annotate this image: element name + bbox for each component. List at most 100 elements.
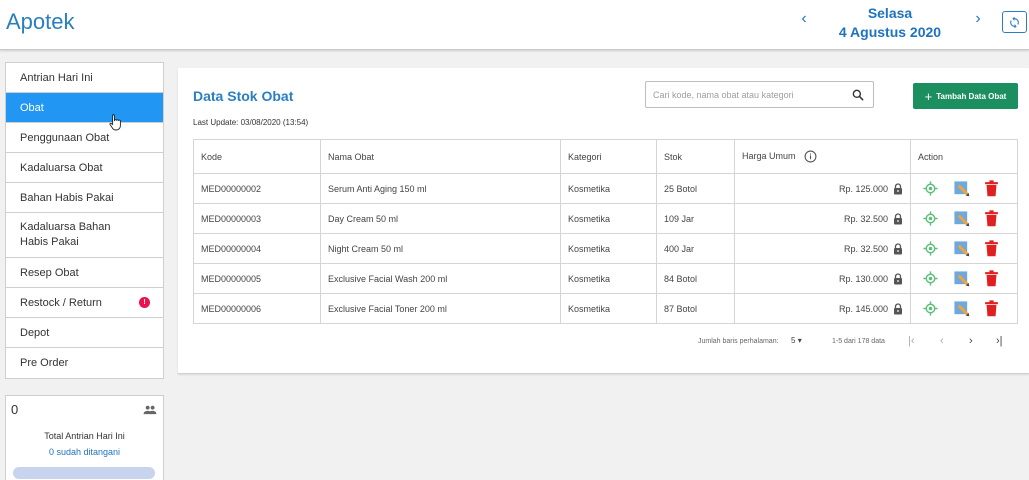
sidebar-item-obat[interactable]: Obat <box>6 93 163 131</box>
delete-icon[interactable] <box>984 180 999 197</box>
cell-stok: 109 Jar <box>656 203 735 234</box>
sidebar-item-label: Kadaluarsa Bahan Habis Pakai <box>20 221 111 248</box>
lock-icon <box>894 272 902 284</box>
table-row[interactable]: MED00000004 Night Cream 50 ml Kosmetika 400… <box>193 233 1018 264</box>
sidebar-item-bahan-habis-pakai[interactable]: Bahan Habis Pakai <box>6 183 163 213</box>
cell-harga: Rp. 32.500 <box>734 233 911 264</box>
column-header-nama-obat[interactable]: Nama Obat <box>320 139 561 174</box>
sidebar-item-kadaluarsa-bahan[interactable]: Kadaluarsa Bahan Habis Pakai <box>6 213 163 258</box>
price-value: Rp. 125.000 <box>838 183 888 194</box>
edit-icon[interactable] <box>953 180 970 197</box>
lock-icon <box>894 302 902 314</box>
view-icon[interactable] <box>922 240 939 257</box>
last-update-text: Last Update: 03/08/2020 (13:54) <box>193 118 309 127</box>
date-full: 4 Agustus 2020 <box>838 24 942 40</box>
sidebar-item-label: Bahan Habis Pakai <box>20 191 114 204</box>
delete-icon[interactable] <box>984 210 999 227</box>
caret-down-icon: ▾ <box>797 336 802 345</box>
price-value: Rp. 145.000 <box>838 303 888 314</box>
view-icon[interactable] <box>922 270 939 287</box>
view-icon[interactable] <box>922 180 939 197</box>
queue-count: 0 <box>11 402 19 417</box>
queue-label: Total Antrian Hari Ini <box>44 431 125 441</box>
next-date-button[interactable]: › <box>971 10 985 28</box>
first-page-button[interactable]: |‹ <box>908 335 915 347</box>
cell-stok: 84 Botol <box>656 263 735 294</box>
table-row[interactable]: MED00000005 Exclusive Facial Wash 200 ml K… <box>193 263 1018 294</box>
rows-per-page-select[interactable]: 5 ▾ <box>791 336 802 345</box>
page-title: Data Stok Obat <box>193 88 294 104</box>
info-icon[interactable] <box>804 150 817 163</box>
app-header: Apotek ‹ Selasa 4 Agustus 2020 › <box>0 0 1029 50</box>
table-row[interactable]: MED00000003 Day Cream 50 ml Kosmetika 109 J… <box>193 203 1018 234</box>
cell-actions <box>910 233 1018 264</box>
lock-icon <box>894 212 902 224</box>
cell-kode: MED00000004 <box>193 233 321 264</box>
pagination: Jumlah baris perhalaman: 5 ▾ 1-5 dari 17… <box>178 335 1029 348</box>
date-display: Selasa 4 Agustus 2020 <box>825 4 955 42</box>
cell-nama-obat: Exclusive Facial Wash 200 ml <box>320 263 561 294</box>
sidebar-item-kadaluarsa-obat[interactable]: Kadaluarsa Obat <box>6 153 163 183</box>
column-header-harga-umum[interactable]: Harga Umum <box>734 139 911 174</box>
refresh-button[interactable] <box>1002 11 1027 33</box>
stock-panel: Data Stok Obat Last Update: 03/08/2020 (… <box>178 68 1029 374</box>
cell-actions <box>910 293 1018 324</box>
price-value: Rp. 32.500 <box>843 243 888 254</box>
rows-per-page-value: 5 <box>791 336 796 345</box>
cell-kategori: Kosmetika <box>560 263 657 294</box>
delete-icon[interactable] <box>984 240 999 257</box>
rows-per-page-label: Jumlah baris perhalaman: <box>698 338 779 345</box>
last-page-button[interactable]: ›| <box>996 335 1003 347</box>
sidebar-item-antrian[interactable]: Antrian Hari Ini <box>6 63 163 93</box>
cell-kode: MED00000005 <box>193 263 321 294</box>
price-value: Rp. 32.500 <box>843 213 888 224</box>
sidebar-item-resep-obat[interactable]: Resep Obat <box>6 258 163 288</box>
cell-actions <box>910 263 1018 294</box>
sidebar-item-restock-return[interactable]: Restock / Return ! <box>6 288 163 318</box>
search-icon[interactable] <box>851 88 865 102</box>
price-value: Rp. 130.000 <box>838 273 888 284</box>
column-header-kategori[interactable]: Kategori <box>560 139 657 174</box>
view-icon[interactable] <box>922 300 939 317</box>
cell-kategori: Kosmetika <box>560 203 657 234</box>
stock-table: Kode Nama Obat Kategori Stok Harga Umum … <box>193 139 1018 324</box>
sidebar-item-penggunaan-obat[interactable]: Penggunaan Obat <box>6 123 163 153</box>
cell-kode: MED00000002 <box>193 173 321 204</box>
next-page-button[interactable]: › <box>969 335 973 347</box>
table-header-row: Kode Nama Obat Kategori Stok Harga Umum … <box>193 139 1018 174</box>
date-day: Selasa <box>867 5 913 21</box>
add-drug-button[interactable]: + Tambah Data Obat <box>913 83 1018 109</box>
edit-icon[interactable] <box>953 300 970 317</box>
table-row[interactable]: MED00000002 Serum Anti Aging 150 ml Kosmet… <box>193 173 1018 204</box>
cell-nama-obat: Serum Anti Aging 150 ml <box>320 173 561 204</box>
sidebar-item-label: Obat <box>20 101 44 114</box>
cell-harga: Rp. 125.000 <box>734 173 911 204</box>
cell-kategori: Kosmetika <box>560 233 657 264</box>
prev-date-button[interactable]: ‹ <box>797 10 811 28</box>
edit-icon[interactable] <box>953 210 970 227</box>
sidebar-item-label: Penggunaan Obat <box>20 131 110 144</box>
view-icon[interactable] <box>922 210 939 227</box>
people-icon <box>143 405 157 415</box>
sidebar-item-depot[interactable]: Depot <box>6 318 163 348</box>
lock-icon <box>894 182 902 194</box>
column-header-kode[interactable]: Kode <box>193 139 321 174</box>
search-input[interactable] <box>653 88 843 102</box>
cell-stok: 400 Jar <box>656 233 735 264</box>
delete-icon[interactable] <box>984 300 999 317</box>
queue-summary-card: 0 Total Antrian Hari Ini 0 sudah ditanga… <box>5 395 164 480</box>
cell-kode: MED00000006 <box>193 293 321 324</box>
table-row[interactable]: MED00000006 Exclusive Facial Toner 200 ml… <box>193 293 1018 324</box>
cell-stok: 25 Botol <box>656 173 735 204</box>
column-header-stok[interactable]: Stok <box>656 139 735 174</box>
cell-stok: 87 Botol <box>656 293 735 324</box>
delete-icon[interactable] <box>984 270 999 287</box>
add-drug-label: Tambah Data Obat <box>936 91 1007 101</box>
edit-icon[interactable] <box>953 240 970 257</box>
prev-page-button[interactable]: ‹ <box>940 335 944 347</box>
edit-icon[interactable] <box>953 270 970 287</box>
cell-kategori: Kosmetika <box>560 173 657 204</box>
sidebar-item-pre-order[interactable]: Pre Order <box>6 348 163 378</box>
search-field[interactable] <box>645 81 874 108</box>
sidebar-item-label: Pre Order <box>20 357 69 369</box>
